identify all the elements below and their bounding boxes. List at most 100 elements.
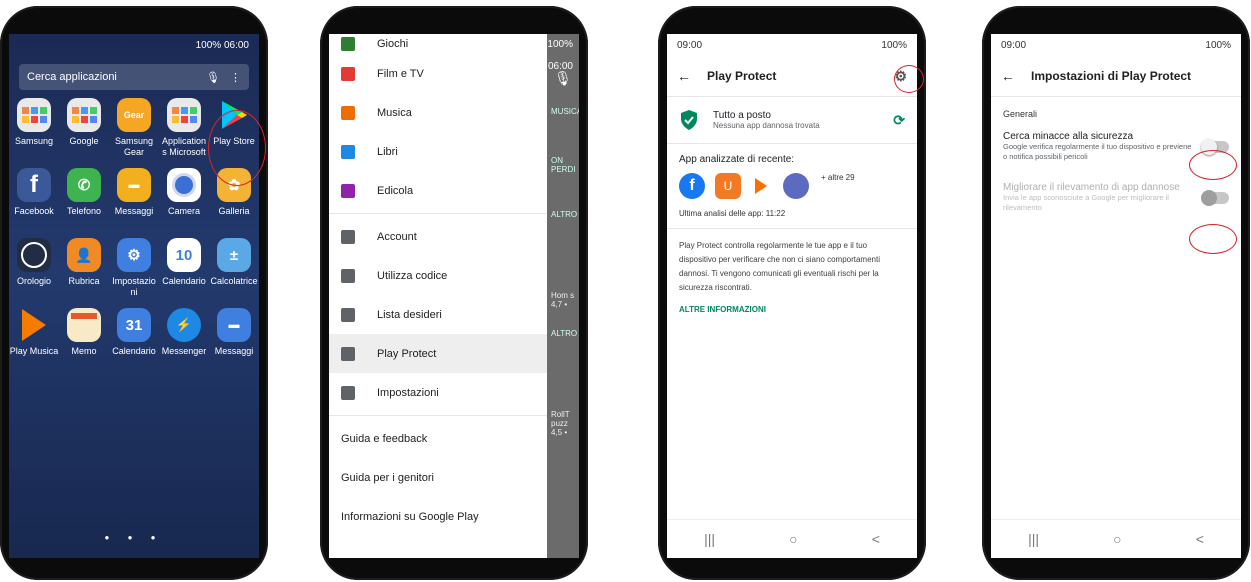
- drawer-item-label: Edicola: [377, 184, 414, 197]
- app-shortcut[interactable]: ▬ Messaggi: [209, 308, 259, 368]
- drawer-item[interactable]: Play Protect: [329, 334, 547, 373]
- last-scan-time: Ultima analisi delle app: 11:22: [679, 209, 786, 218]
- drawer-item[interactable]: Libri: [329, 132, 547, 171]
- app-label: Calendario: [162, 276, 206, 286]
- drawer-item[interactable]: Edicola: [329, 171, 547, 210]
- app-label: Messenger: [161, 346, 207, 356]
- drawer-item[interactable]: Film e TV: [329, 54, 547, 93]
- app-shortcut[interactable]: 👤 Rubrica: [59, 238, 109, 298]
- phone-play-protect-settings: 09:00 100% ← Impostazioni di Play Protec…: [982, 6, 1250, 580]
- shield-icon: [341, 346, 355, 361]
- app-shortcut[interactable]: 31 Calendario: [109, 308, 159, 368]
- recent-apps-section: App analizzate di recente: f U + altre 2…: [667, 144, 917, 228]
- app-shortcut[interactable]: Google: [59, 98, 109, 158]
- more-options-icon[interactable]: ⋮: [230, 71, 241, 84]
- bg-text: ALTRO: [551, 210, 578, 219]
- app-shortcut[interactable]: Samsung: [9, 98, 59, 158]
- improve-detection-toggle[interactable]: [1201, 189, 1229, 206]
- app-bar: ← Impostazioni di Play Protect: [991, 56, 1241, 96]
- mic-icon[interactable]: 🎙: [206, 71, 220, 84]
- facebook-icon: f: [17, 168, 51, 202]
- phone-icon: ✆: [67, 168, 101, 202]
- settings-icon: [341, 385, 355, 400]
- memo-icon: [67, 308, 101, 342]
- app-label: Orologio: [16, 276, 52, 286]
- app-shortcut[interactable]: Memo: [59, 308, 109, 368]
- calculator-icon: ±: [217, 238, 251, 272]
- drawer-item[interactable]: Utilizza codice: [329, 256, 547, 295]
- refresh-icon[interactable]: ⟳: [893, 112, 905, 129]
- drawer-link[interactable]: Guida e feedback: [329, 419, 547, 458]
- app-shortcut[interactable]: Camera: [159, 168, 209, 228]
- app-label: Samsung Gear: [114, 136, 154, 157]
- bg-text: ALTRO: [551, 329, 578, 338]
- calendar-icon: 31: [117, 308, 151, 342]
- status-bar: 09:00 100%: [991, 34, 1241, 56]
- drawer-item-label: Giochi: [377, 38, 409, 50]
- play-protect-screen: 09:00 100% ← Play Protect ⚙ Tutto a post…: [667, 34, 917, 558]
- status-title: Tutto a posto: [713, 110, 771, 121]
- contacts-icon: 👤: [67, 238, 101, 272]
- back-button[interactable]: <: [872, 531, 880, 547]
- wishlist-icon: [341, 307, 355, 322]
- setting-description: Invia le app sconosciute a Google per mi…: [1003, 193, 1169, 212]
- status-text: 100% 06:00: [547, 39, 573, 72]
- recents-button[interactable]: |||: [704, 531, 715, 547]
- play-music-icon: [17, 308, 51, 342]
- back-button[interactable]: <: [1196, 531, 1204, 547]
- status-text: 100% 06:00: [195, 39, 249, 51]
- app-shortcut[interactable]: Application s Microsoft: [159, 98, 209, 158]
- more-apps-count: + altre 29: [821, 173, 855, 182]
- movies-icon: [341, 66, 355, 81]
- clock-icon: [17, 238, 51, 272]
- back-arrow-icon[interactable]: ←: [677, 68, 691, 84]
- folder-icon: [17, 98, 51, 132]
- video-app-icon: [755, 178, 767, 194]
- app-shortcut[interactable]: ⚙ Impostazio ni: [109, 238, 159, 298]
- app-shortcut[interactable]: Orologio: [9, 238, 59, 298]
- app-label: Galleria: [218, 206, 250, 216]
- app-shortcut[interactable]: ⚡ Messenger: [159, 308, 209, 368]
- drawer-item[interactable]: Impostazioni: [329, 373, 547, 412]
- app-shortcut[interactable]: ✆ Telefono: [59, 168, 109, 228]
- app-shortcut[interactable]: ▬ Messaggi: [109, 168, 159, 228]
- app-shortcut[interactable]: Play Musica: [9, 308, 59, 368]
- phone-home-screen: 100% 06:00 Cerca applicazioni 🎙 ⋮ Samsun…: [0, 6, 268, 580]
- drawer-item-label: Utilizza codice: [377, 269, 448, 282]
- folder-icon: [67, 98, 101, 132]
- newsstand-icon: [341, 183, 355, 198]
- app-search-bar[interactable]: Cerca applicazioni 🎙 ⋮: [19, 64, 249, 90]
- more-info-link[interactable]: ALTRE INFORMAZIONI: [667, 305, 917, 314]
- app-label: Calendario: [112, 346, 156, 356]
- drawer-item[interactable]: Musica: [329, 93, 547, 132]
- back-arrow-icon[interactable]: ←: [1001, 68, 1015, 84]
- home-button[interactable]: ○: [1113, 531, 1121, 547]
- drawer-item[interactable]: Lista desideri: [329, 295, 547, 334]
- drawer-item-label: Account: [377, 230, 417, 243]
- bg-text: 4,7 •: [551, 300, 568, 309]
- drawer-item[interactable]: Giochi: [329, 34, 547, 54]
- drawer-item[interactable]: Account: [329, 217, 547, 256]
- drawer-item-label: Lista desideri: [377, 308, 442, 321]
- drawer-item-label: Musica: [377, 106, 412, 119]
- navigation-drawer: Giochi Film e TV Musica Libri Edicola Account…: [329, 34, 547, 558]
- setting-title: Cerca minacce alla sicurezza: [1003, 131, 1134, 142]
- app-shortcut[interactable]: ± Calcolatrice: [209, 238, 259, 298]
- page-title: Impostazioni di Play Protect: [1031, 69, 1192, 83]
- drawer-link[interactable]: Guida per i genitori: [329, 458, 547, 497]
- recent-title: App analizzate di recente:: [679, 154, 795, 165]
- app-shortcut[interactable]: 10 Calendario: [159, 238, 209, 298]
- music-icon: [341, 105, 355, 120]
- home-screen: 100% 06:00 Cerca applicazioni 🎙 ⋮ Samsun…: [9, 34, 259, 558]
- bg-text: RollT puzz: [551, 410, 570, 428]
- recents-button[interactable]: |||: [1028, 531, 1039, 547]
- highlight-circle: [1189, 150, 1237, 180]
- app-label: Messaggi: [114, 206, 154, 216]
- app-label: Application s Microsoft: [161, 136, 207, 157]
- drawer-link[interactable]: Informazioni su Google Play: [329, 497, 547, 536]
- description-text: Play Protect controlla regolarmente le t…: [679, 241, 880, 292]
- home-button[interactable]: ○: [789, 531, 797, 547]
- app-shortcut[interactable]: Gear Samsung Gear: [109, 98, 159, 158]
- app-bar: ← Play Protect ⚙: [667, 56, 917, 96]
- app-shortcut[interactable]: f Facebook: [9, 168, 59, 228]
